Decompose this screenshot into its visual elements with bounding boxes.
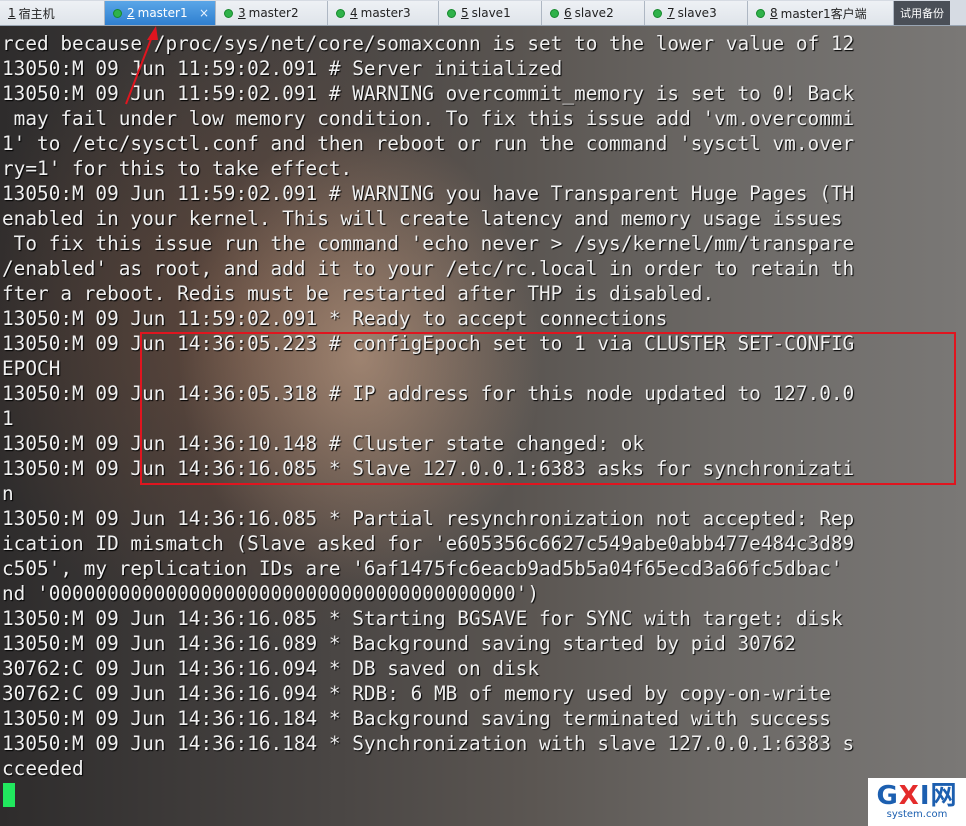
- tab-number: 1: [8, 6, 16, 20]
- tab-bar: 1 宿主机 2 master1 × 3 master2 4 master3 5 …: [0, 0, 966, 26]
- terminal-line: ication ID mismatch (Slave asked for 'e6…: [2, 532, 855, 555]
- tab-3[interactable]: 3 master2: [216, 1, 328, 25]
- tab-number: 8: [770, 6, 778, 20]
- tab-1[interactable]: 1 宿主机: [0, 1, 105, 25]
- terminal-line: 13050:M 09 Jun 14:36:16.184 * Background…: [2, 707, 831, 730]
- tab-label: slave2: [574, 6, 614, 20]
- terminal-line: rced because /proc/sys/net/core/somaxcon…: [2, 32, 855, 55]
- tab-label: slave3: [677, 6, 717, 20]
- tab-5[interactable]: 5 slave1: [439, 1, 542, 25]
- close-icon[interactable]: ×: [189, 6, 209, 20]
- tab-4[interactable]: 4 master3: [328, 1, 439, 25]
- connected-status-icon: [447, 8, 456, 18]
- tab-bar-extra: 试用备份: [894, 1, 950, 25]
- terminal-line: 13050:M 09 Jun 11:59:02.091 # WARNING ov…: [2, 82, 855, 105]
- site-watermark-logo: GXI网 system.com: [868, 778, 966, 826]
- terminal-line: ry=1' for this to take effect.: [2, 157, 353, 180]
- tab-8[interactable]: 8 master1客户端: [748, 1, 894, 25]
- connected-status-icon: [550, 8, 559, 18]
- tab-label: 宿主机: [18, 6, 55, 21]
- tab-label: master1客户端: [780, 6, 867, 21]
- tab-2[interactable]: 2 master1 ×: [105, 1, 216, 25]
- terminal-cursor: [3, 783, 15, 807]
- terminal-line: 13050:M 09 Jun 11:59:02.091 # Server ini…: [2, 57, 563, 80]
- terminal-line: To fix this issue run the command 'echo …: [2, 232, 855, 255]
- terminal-line: 30762:C 09 Jun 14:36:16.094 * DB saved o…: [2, 657, 540, 680]
- terminal-line: 13050:M 09 Jun 14:36:16.089 * Background…: [2, 632, 796, 655]
- terminal-line: 1' to /etc/sysctl.conf and then reboot o…: [2, 132, 855, 155]
- terminal-line: 13050:M 09 Jun 14:36:16.085 * Partial re…: [2, 507, 855, 530]
- tab-label: master3: [360, 6, 411, 20]
- tab-label: master1: [137, 6, 188, 20]
- tab-6[interactable]: 6 slave2: [542, 1, 645, 25]
- connected-status-icon: [113, 8, 122, 18]
- connected-status-icon: [224, 8, 233, 18]
- terminal-line: 13050:M 09 Jun 14:36:16.184 * Synchroniz…: [2, 732, 855, 755]
- tab-number: 6: [564, 6, 572, 20]
- terminal-line: 13050:M 09 Jun 11:59:02.091 # WARNING yo…: [2, 182, 855, 205]
- tab-7[interactable]: 7 slave3: [645, 1, 748, 25]
- connected-status-icon: [756, 8, 765, 18]
- terminal-line: /enabled' as root, and add it to your /e…: [2, 257, 855, 280]
- terminal-output[interactable]: rced because /proc/sys/net/core/somaxcon…: [0, 26, 966, 826]
- tab-number: 3: [238, 6, 246, 20]
- terminal-line: fter a reboot. Redis must be restarted a…: [2, 282, 715, 305]
- terminal-line: nd '000000000000000000000000000000000000…: [2, 582, 540, 605]
- connected-status-icon: [336, 8, 345, 18]
- tab-number: 5: [461, 6, 469, 20]
- tab-label: master2: [248, 6, 299, 20]
- terminal-line: 30762:C 09 Jun 14:36:16.094 * RDB: 6 MB …: [2, 682, 831, 705]
- terminal-line: enabled in your kernel. This will create…: [2, 207, 843, 230]
- connected-status-icon: [653, 8, 662, 18]
- tab-number: 4: [350, 6, 358, 20]
- tab-number: 2: [127, 6, 135, 20]
- terminal-line: may fail under low memory condition. To …: [2, 107, 855, 130]
- terminal-line: cceeded: [2, 757, 84, 780]
- terminal-line: c505', my replication IDs are '6af1475fc…: [2, 557, 843, 580]
- tab-label: slave1: [471, 6, 511, 20]
- tab-number: 7: [667, 6, 675, 20]
- annotation-highlight-box: [140, 332, 956, 485]
- terminal-line: 13050:M 09 Jun 14:36:16.085 * Starting B…: [2, 607, 843, 630]
- terminal-line: 13050:M 09 Jun 11:59:02.091 * Ready to a…: [2, 307, 668, 330]
